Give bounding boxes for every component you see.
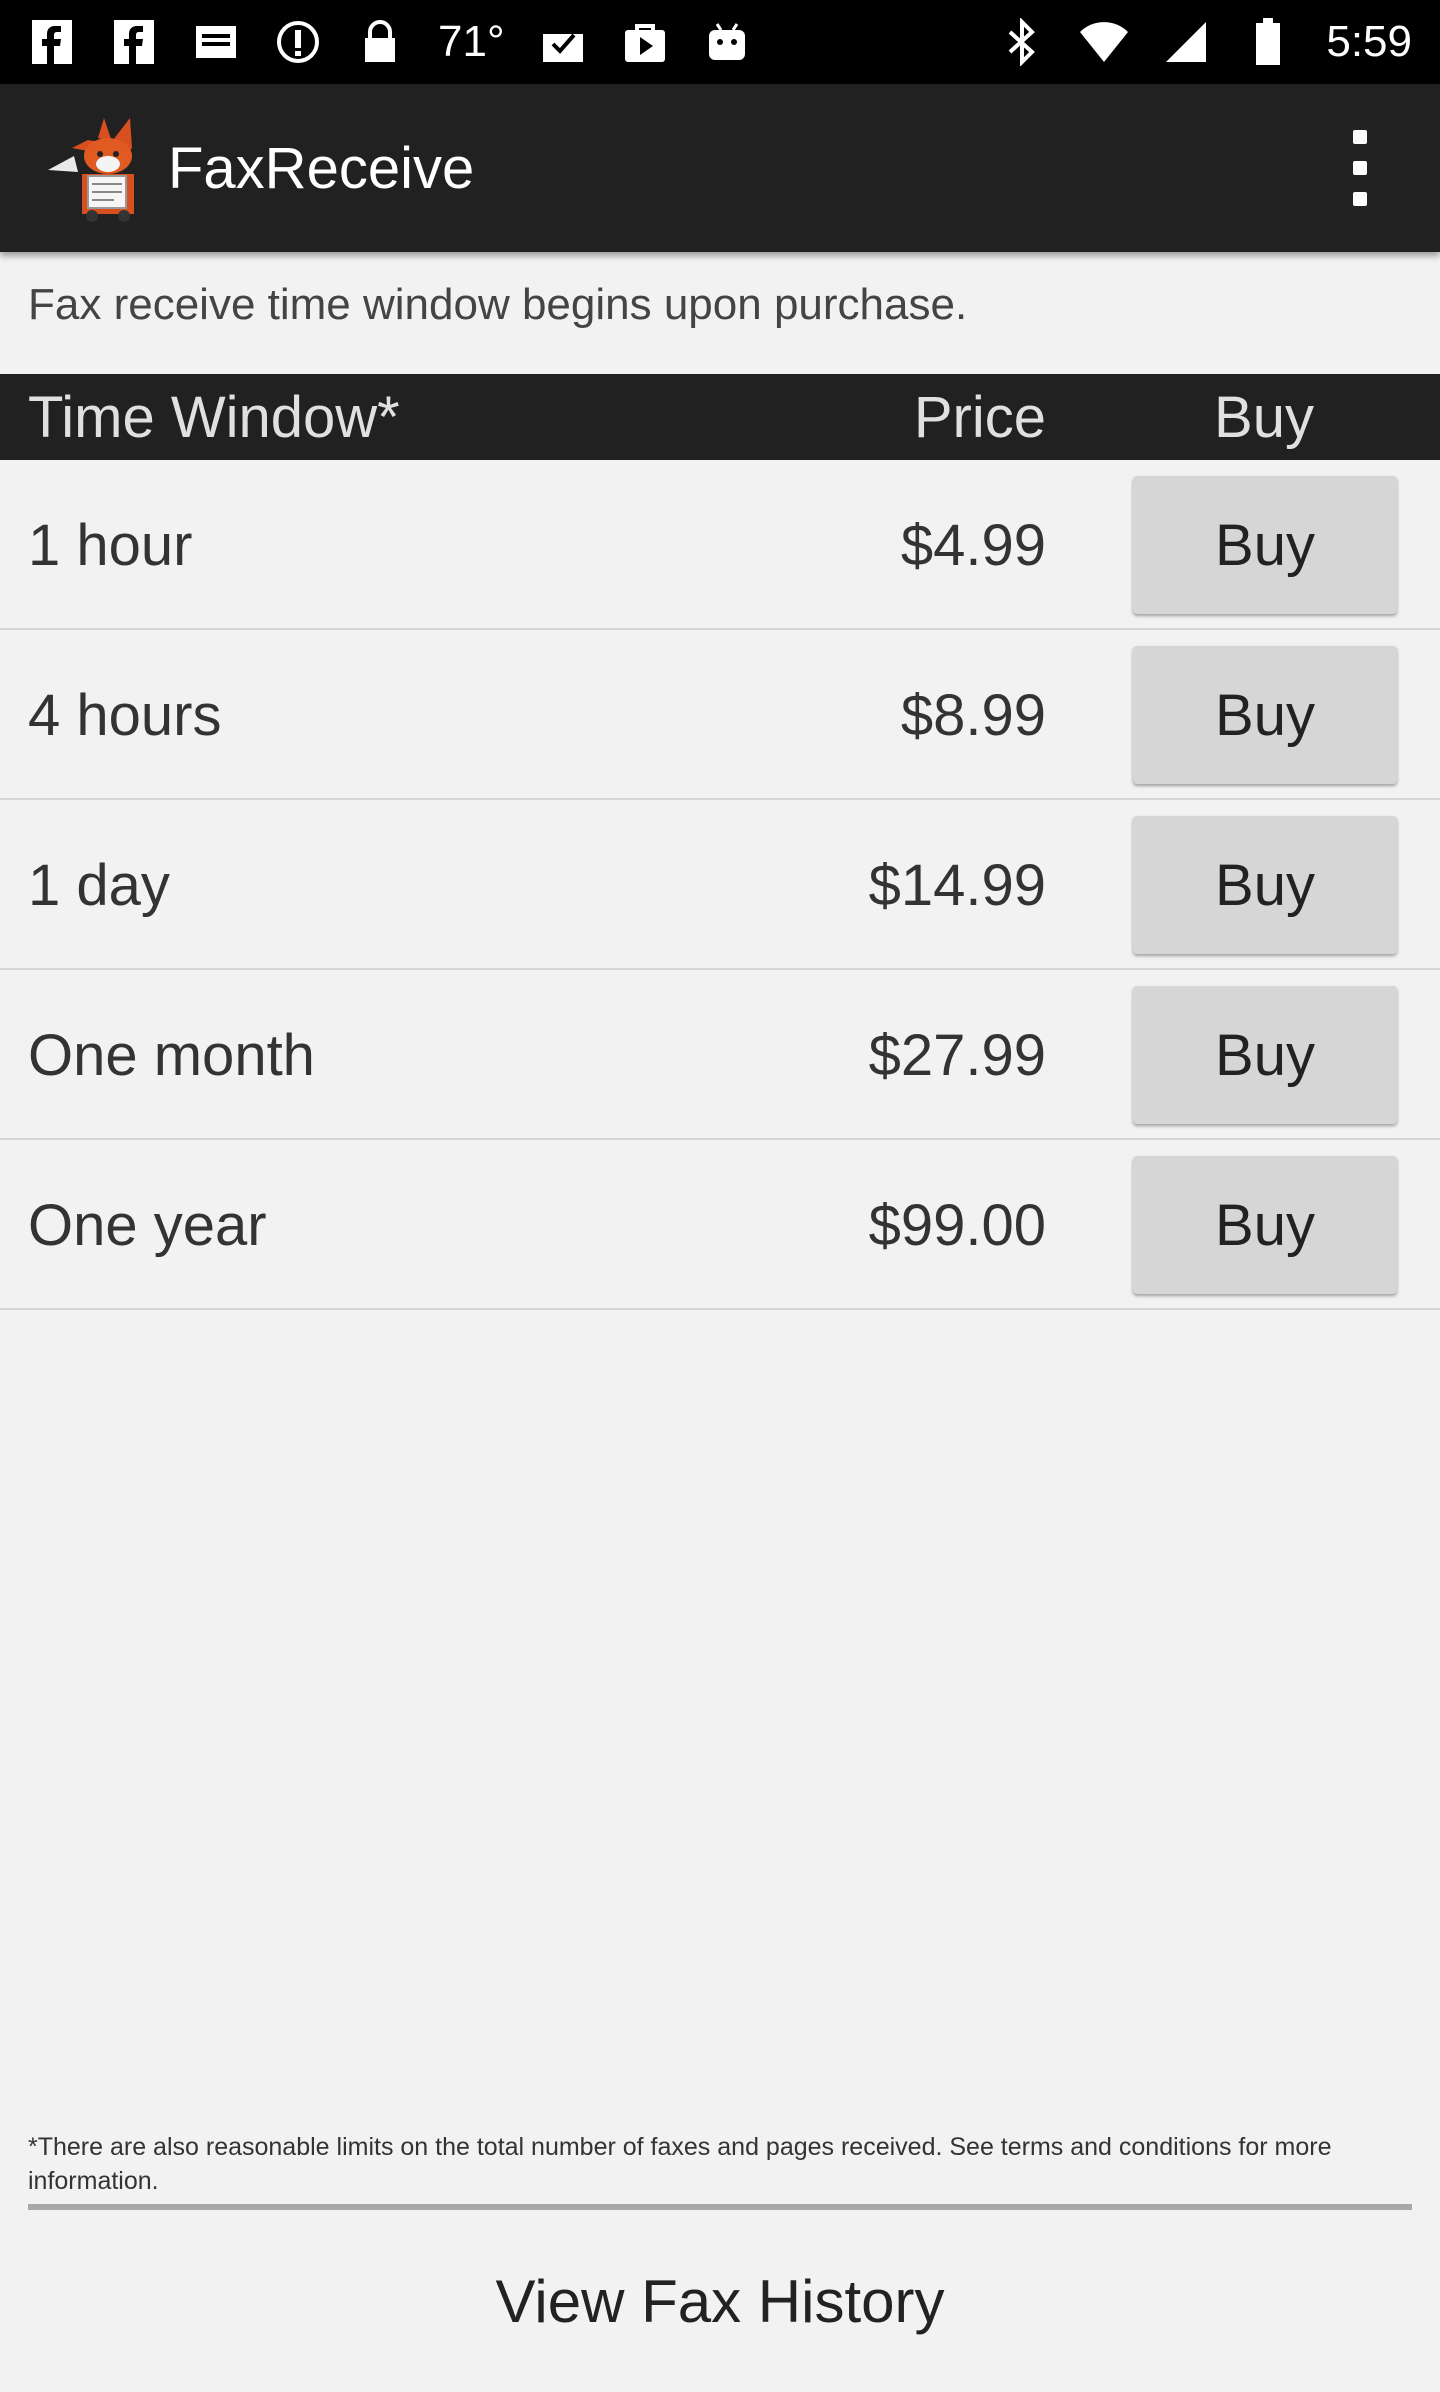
time-window-label: 1 day: [28, 853, 170, 918]
info-circle-icon: [274, 18, 322, 66]
pricing-table: 1 hour $4.99 Buy 4 hours $8.99 Buy 1 day…: [0, 460, 1440, 1310]
buy-button-1-hour[interactable]: Buy: [1133, 476, 1397, 614]
header-buy: Buy: [1214, 385, 1314, 450]
price-value: $4.99: [900, 513, 1046, 578]
android-icon: [703, 18, 751, 66]
table-row: 4 hours $8.99 Buy: [0, 630, 1440, 800]
facebook-icon: [110, 18, 158, 66]
time-window-label: One year: [28, 1193, 267, 1258]
status-right-icons: 5:59: [998, 17, 1412, 67]
table-row: 1 day $14.99 Buy: [0, 800, 1440, 970]
purchase-notice: Fax receive time window begins upon purc…: [28, 280, 968, 329]
mail-icon: [192, 18, 240, 66]
lock-icon: [356, 18, 404, 66]
app-title: FaxReceive: [168, 135, 475, 201]
view-fax-history-button[interactable]: View Fax History: [0, 2210, 1440, 2392]
price-value: $99.00: [868, 1193, 1046, 1258]
pricing-table-header: Time Window* Price Buy: [0, 374, 1440, 460]
buy-button-4-hours[interactable]: Buy: [1133, 646, 1397, 784]
status-bar: 71° 5:59: [0, 0, 1440, 84]
overflow-menu-icon[interactable]: [1342, 130, 1378, 206]
buy-button-1-day[interactable]: Buy: [1133, 816, 1397, 954]
price-value: $14.99: [868, 853, 1046, 918]
header-price: Price: [913, 385, 1046, 450]
time-window-label: One month: [28, 1023, 315, 1088]
table-row: 1 hour $4.99 Buy: [0, 460, 1440, 630]
price-value: $8.99: [900, 683, 1046, 748]
status-left-icons: 71°: [28, 17, 751, 67]
table-row: One year $99.00 Buy: [0, 1140, 1440, 1310]
facebook-icon: [28, 18, 76, 66]
time-window-label: 1 hour: [28, 513, 193, 578]
buy-button-one-month[interactable]: Buy: [1133, 986, 1397, 1124]
play-store-icon: [621, 18, 669, 66]
limits-footnote: *There are also reasonable limits on the…: [28, 2133, 1332, 2195]
task-check-icon: [539, 18, 587, 66]
buy-button-one-year[interactable]: Buy: [1133, 1156, 1397, 1294]
battery-icon: [1244, 18, 1292, 66]
fox-logo-icon: [42, 112, 154, 224]
app-bar: FaxReceive: [0, 84, 1440, 252]
table-row: One month $27.99 Buy: [0, 970, 1440, 1140]
clock-text: 5:59: [1326, 17, 1412, 66]
price-value: $27.99: [868, 1023, 1046, 1088]
header-time-window: Time Window*: [28, 385, 400, 450]
cell-signal-icon: [1162, 18, 1210, 66]
time-window-label: 4 hours: [28, 683, 222, 748]
wifi-icon: [1080, 18, 1129, 66]
bluetooth-icon: [998, 18, 1046, 66]
temperature-text: 71°: [438, 17, 505, 66]
